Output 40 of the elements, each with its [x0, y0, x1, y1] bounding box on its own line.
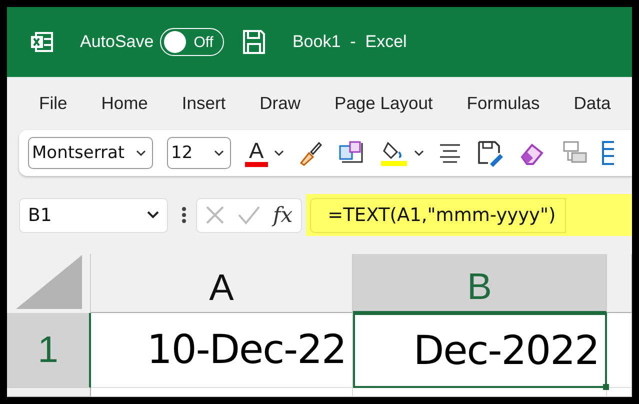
- row-header[interactable]: 1: [7, 313, 91, 388]
- table-cell[interactable]: [353, 388, 607, 397]
- save-edit-icon[interactable]: [476, 139, 504, 167]
- autosave-toggle[interactable]: Off: [160, 28, 224, 56]
- table-cell[interactable]: [91, 388, 353, 397]
- table-icon[interactable]: [602, 140, 614, 166]
- ribbon-tab[interactable]: Insert: [182, 93, 226, 114]
- chevron-down-icon[interactable]: [414, 149, 424, 157]
- ribbon-tab[interactable]: Data: [574, 93, 611, 114]
- ribbon-tab[interactable]: File: [39, 93, 68, 114]
- chevron-down-icon[interactable]: [147, 211, 159, 219]
- chevron-down-icon[interactable]: [136, 149, 146, 157]
- table-cell[interactable]: [607, 388, 632, 397]
- insert-function-button[interactable]: fx: [273, 203, 293, 227]
- chevron-down-icon[interactable]: [214, 149, 224, 157]
- ribbon-tab[interactable]: Home: [101, 93, 148, 114]
- checkmark-icon[interactable]: [237, 205, 261, 225]
- column-header[interactable]: B: [353, 254, 607, 313]
- name-box[interactable]: B1: [19, 198, 168, 232]
- ribbon-tab[interactable]: Page Layout: [334, 93, 433, 114]
- autosave-label: AutoSave: [80, 32, 154, 52]
- chevron-down-icon[interactable]: [274, 149, 284, 157]
- font-name-dropdown[interactable]: Montserrat: [28, 137, 153, 169]
- ribbon-tab[interactable]: Draw: [260, 93, 301, 114]
- save-icon[interactable]: [242, 29, 266, 55]
- more-options-icon[interactable]: [181, 206, 187, 224]
- brush-icon[interactable]: [298, 140, 324, 166]
- ribbon-tab[interactable]: Formulas: [466, 93, 540, 114]
- formula-field[interactable]: =TEXT(A1,"mmm-yyyy"): [310, 198, 566, 232]
- column-header[interactable]: A: [91, 254, 353, 313]
- cube-icon[interactable]: [338, 140, 366, 166]
- font-color-button[interactable]: A: [245, 140, 268, 166]
- font-size-dropdown[interactable]: 12: [167, 137, 231, 169]
- table-cell[interactable]: 10-Dec-22: [91, 313, 353, 388]
- fill-color-icon[interactable]: [380, 139, 408, 167]
- table-cell[interactable]: [607, 313, 632, 388]
- align-icon[interactable]: [438, 142, 462, 164]
- table-cell[interactable]: Dec-2022: [353, 313, 607, 388]
- excel-logo-icon: [30, 30, 54, 54]
- window-title: Book1 - Excel: [292, 32, 407, 52]
